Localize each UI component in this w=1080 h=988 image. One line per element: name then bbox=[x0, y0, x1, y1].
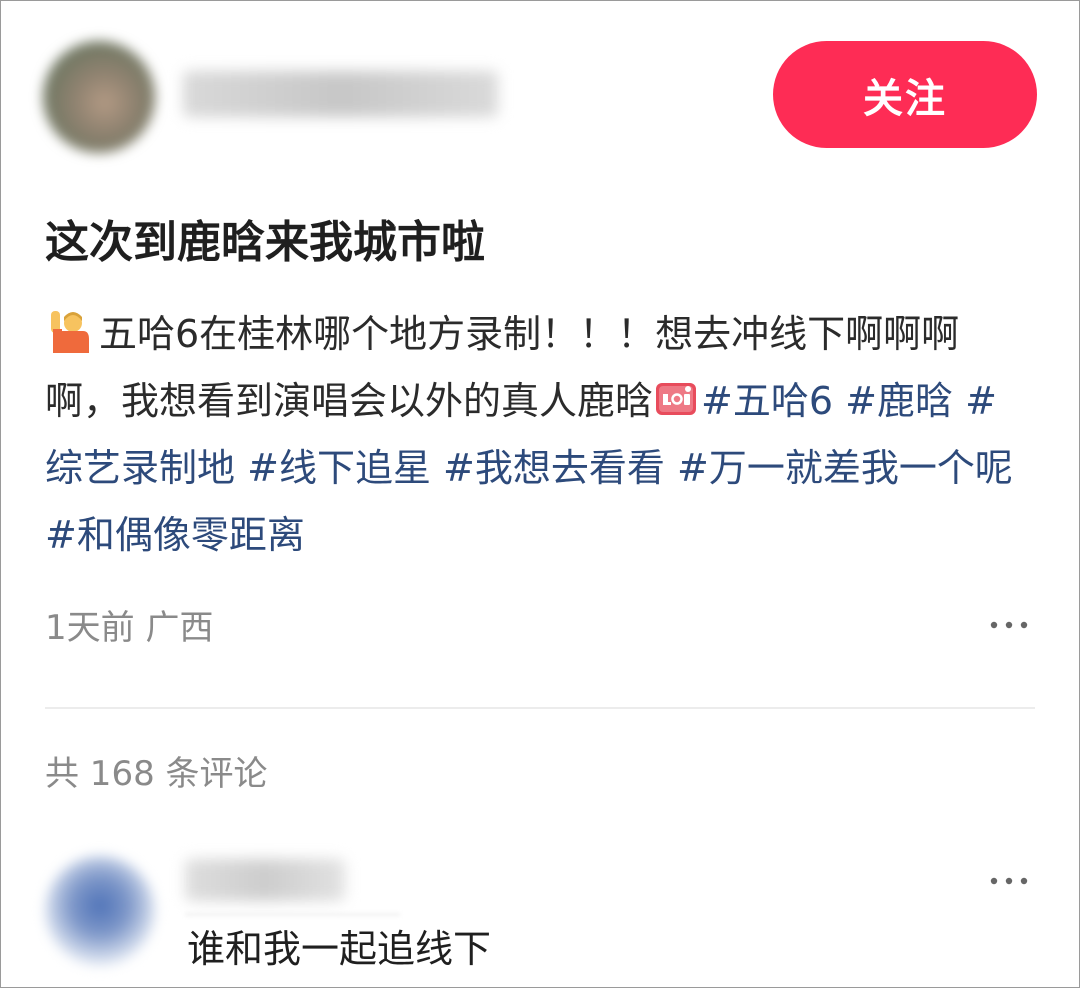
comment-avatar[interactable] bbox=[45, 856, 155, 966]
follow-button[interactable]: 关注 bbox=[773, 41, 1037, 148]
author-avatar[interactable] bbox=[43, 41, 155, 153]
post-more-button[interactable] bbox=[979, 605, 1039, 645]
hashtag-link[interactable]: #我想去看看 bbox=[443, 446, 665, 490]
post-title: 这次到鹿晗来我城市啦 bbox=[45, 217, 485, 268]
post-meta: 1天前 广西 bbox=[45, 601, 213, 655]
hashtag-link[interactable]: #五哈6 bbox=[701, 379, 833, 423]
hashtag-link[interactable]: #万一就差我一个呢 bbox=[677, 446, 1013, 490]
more-dots-icon bbox=[990, 621, 1028, 629]
live-badge-icon bbox=[655, 372, 697, 415]
comment-more-button[interactable] bbox=[979, 861, 1039, 901]
post-location: 广西 bbox=[145, 608, 214, 648]
post-time: 1天前 bbox=[45, 608, 135, 648]
comment-text: 谁和我一起追线下 bbox=[187, 927, 492, 971]
post-body: 五哈6在桂林哪个地方录制！！！想去冲线下啊啊啊啊，我想看到演唱会以外的真人鹿晗 … bbox=[45, 301, 1030, 569]
more-dots-icon bbox=[990, 877, 1028, 885]
section-divider bbox=[45, 707, 1035, 709]
post-card: 关注 这次到鹿晗来我城市啦 五哈6在桂林哪个地方录制！！！想去冲线下啊啊啊啊，我… bbox=[0, 0, 1080, 988]
hashtag-link[interactable]: #线下追星 bbox=[247, 446, 431, 490]
author-name-blurred[interactable] bbox=[183, 71, 498, 117]
hashtag-link[interactable]: #和偶像零距离 bbox=[45, 513, 305, 557]
comment-author-name-blurred[interactable] bbox=[185, 859, 345, 901]
comment-count: 共 168 条评论 bbox=[45, 754, 268, 794]
person-raising-hand-icon bbox=[45, 307, 91, 355]
hashtag-link[interactable]: #鹿晗 bbox=[845, 379, 953, 423]
comment-author-underline bbox=[185, 913, 400, 916]
